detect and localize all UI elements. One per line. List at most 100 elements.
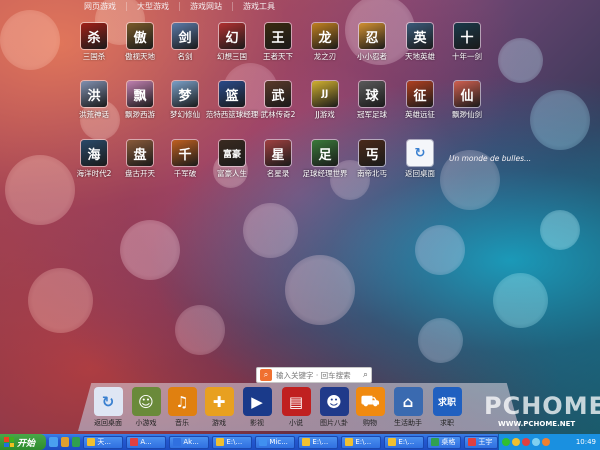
taskbar-button-2[interactable]: Ak... [169,435,210,449]
app-icon-9[interactable]: 洪洪荒神话 [72,81,116,129]
search-box[interactable]: ⌕ ⌕ [256,367,372,383]
app-icon-12[interactable]: 篮范特西篮球经理 [206,81,258,129]
game-icon: 足 [312,140,338,166]
app-icon-14[interactable]: JJ JJ游戏 [303,81,347,129]
taskbar-button-4[interactable]: Mic... [255,435,296,449]
dock-item-0[interactable]: ↻ 返回桌面 [91,387,125,428]
window-icon [259,438,268,446]
dock-item-4[interactable]: ▶ 影视 [240,387,274,428]
tray-app-icon[interactable] [532,438,541,446]
app-icon-11[interactable]: 梦梦幻修仙 [163,81,207,129]
dock-item-6[interactable]: ☻ 图片八卦 [317,387,351,428]
dock-label: 求职 [440,419,454,427]
app-label: 英雄远征 [405,110,435,119]
dock-item-5[interactable]: ▤ 小说 [279,387,313,428]
dock-icon: ✚ [204,387,234,416]
window-icon [87,438,96,446]
app-icon-4[interactable]: 王王者天下 [256,23,300,71]
game-icon: 杀 [81,23,107,49]
start-button[interactable]: 开始 [0,434,47,450]
quicklaunch-app-icon[interactable] [71,437,81,447]
watermark-url: WWW.PCHOME.NET [498,420,576,428]
game-icon: 千 [172,140,198,166]
dock-icon: ☻ [319,387,349,416]
app-icon-19[interactable]: 盘盘古开天 [118,140,162,188]
game-icon: 梦 [172,81,198,107]
game-icon: 幻 [219,23,245,49]
app-icon-24[interactable]: 丐南帝北丐 [350,140,394,188]
dock-item-7[interactable]: ⛟ 购物 [353,387,387,428]
app-icon-23[interactable]: 足足球经理世界 [303,140,348,188]
quicklaunch-ie-icon[interactable] [49,437,58,447]
taskbar-button-label: E:\... [312,438,329,446]
app-icon-6[interactable]: 忍小小忍者 [350,23,394,71]
app-icon-16[interactable]: 征英雄远征 [398,81,442,129]
game-icon: 海 [81,140,107,166]
taskbar-button-3[interactable]: E:\... [212,435,253,449]
taskbar-buttons: 天... A... Ak... E:\... Mic... E:\... E:\... E:\… [80,435,499,449]
app-icon-5[interactable]: 龙龙之刃 [303,23,347,71]
taskbar-button-9[interactable]: 王宇 [464,435,499,449]
window-icon [468,438,477,446]
taskbar-button-8[interactable]: 桌格 [427,435,462,449]
search-logo-icon: ⌕ [260,369,272,381]
system-tray: 10:49 [498,434,600,450]
dock-label: 生活助手 [394,419,422,427]
dock-label: 图片八卦 [320,419,348,427]
taskbar-button-7[interactable]: E:\... [384,435,425,449]
taskbar-button-1[interactable]: A... [126,435,167,449]
app-icon-7[interactable]: 英天地英雄 [398,23,442,71]
dock-item-2[interactable]: ♫ 音乐 [165,387,199,428]
dock-item-1[interactable]: ☺ 小游戏 [129,387,163,428]
tray-security-icon[interactable] [522,438,531,446]
dock-item-3[interactable]: ✚ 游戏 [202,387,236,428]
dock-icon: 求职 [432,387,462,416]
tray-network-icon[interactable] [502,438,511,446]
app-label: 龙之刃 [313,52,337,61]
app-icon-2[interactable]: 剑名剑 [163,23,207,71]
app-icon-22[interactable]: 星名星录 [256,140,300,188]
app-icon-17[interactable]: 仙飘渺仙剑 [445,81,489,129]
taskbar-button-6[interactable]: E:\... [341,435,382,449]
window-icon [173,438,182,446]
search-input[interactable] [276,370,356,380]
app-icon-1[interactable]: 傲傲视天地 [118,23,162,71]
app-label: 幻想三国 [217,52,247,61]
app-icon-10[interactable]: 飘飘渺西游 [118,81,162,129]
bokeh-circle [120,220,180,280]
taskbar-button-label: A... [140,438,152,446]
app-icon-21[interactable]: 富豪 富豪人生 [210,140,254,188]
tab-web-games[interactable]: 网页游戏 [78,0,122,13]
app-icon-13[interactable]: 武武林传奇2 [256,81,300,129]
dock-item-8[interactable]: ⌂ 生活助手 [391,387,425,428]
taskbar-button-5[interactable]: E:\... [298,435,339,449]
tray-app-icon[interactable] [542,438,551,446]
app-label: 武林传奇2 [260,110,296,119]
app-icon-25[interactable]: ↻ 返回桌面 [398,140,442,188]
dock-label: 影视 [250,419,264,427]
app-label: 王者天下 [263,52,293,61]
dock-item-9[interactable]: 求职 求职 [430,387,464,428]
app-label: 范特西篮球经理 [205,110,259,119]
app-icon-3[interactable]: 幻幻想三国 [210,23,254,71]
window-icon [130,438,139,446]
app-icon-18[interactable]: 海海洋时代2 [72,140,116,188]
window-icon [388,438,397,446]
tab-game-tools[interactable]: 游戏工具 [237,0,281,13]
tab-game-sites[interactable]: 游戏网站 [184,0,228,13]
quicklaunch-folder-icon[interactable] [60,437,69,447]
app-icon-8[interactable]: 十十年一剑 [445,23,489,71]
app-icon-15[interactable]: 球冠军足球 [350,81,394,129]
app-icon-20[interactable]: 千千军破 [163,140,207,188]
game-icon: 仙 [454,81,480,107]
search-icon[interactable]: ⌕ [363,370,368,380]
tray-volume-icon[interactable] [512,438,521,446]
taskbar-button-0[interactable]: 天... [83,435,124,449]
game-icon: 王 [265,23,291,49]
dock-icon: ▤ [281,387,311,416]
dock-label: 游戏 [212,419,226,427]
app-label: 千军破 [173,169,197,178]
tab-large-games[interactable]: 大型游戏 [131,0,175,13]
game-icon: 英 [407,23,433,49]
app-icon-0[interactable]: 杀三国杀 [72,23,116,71]
